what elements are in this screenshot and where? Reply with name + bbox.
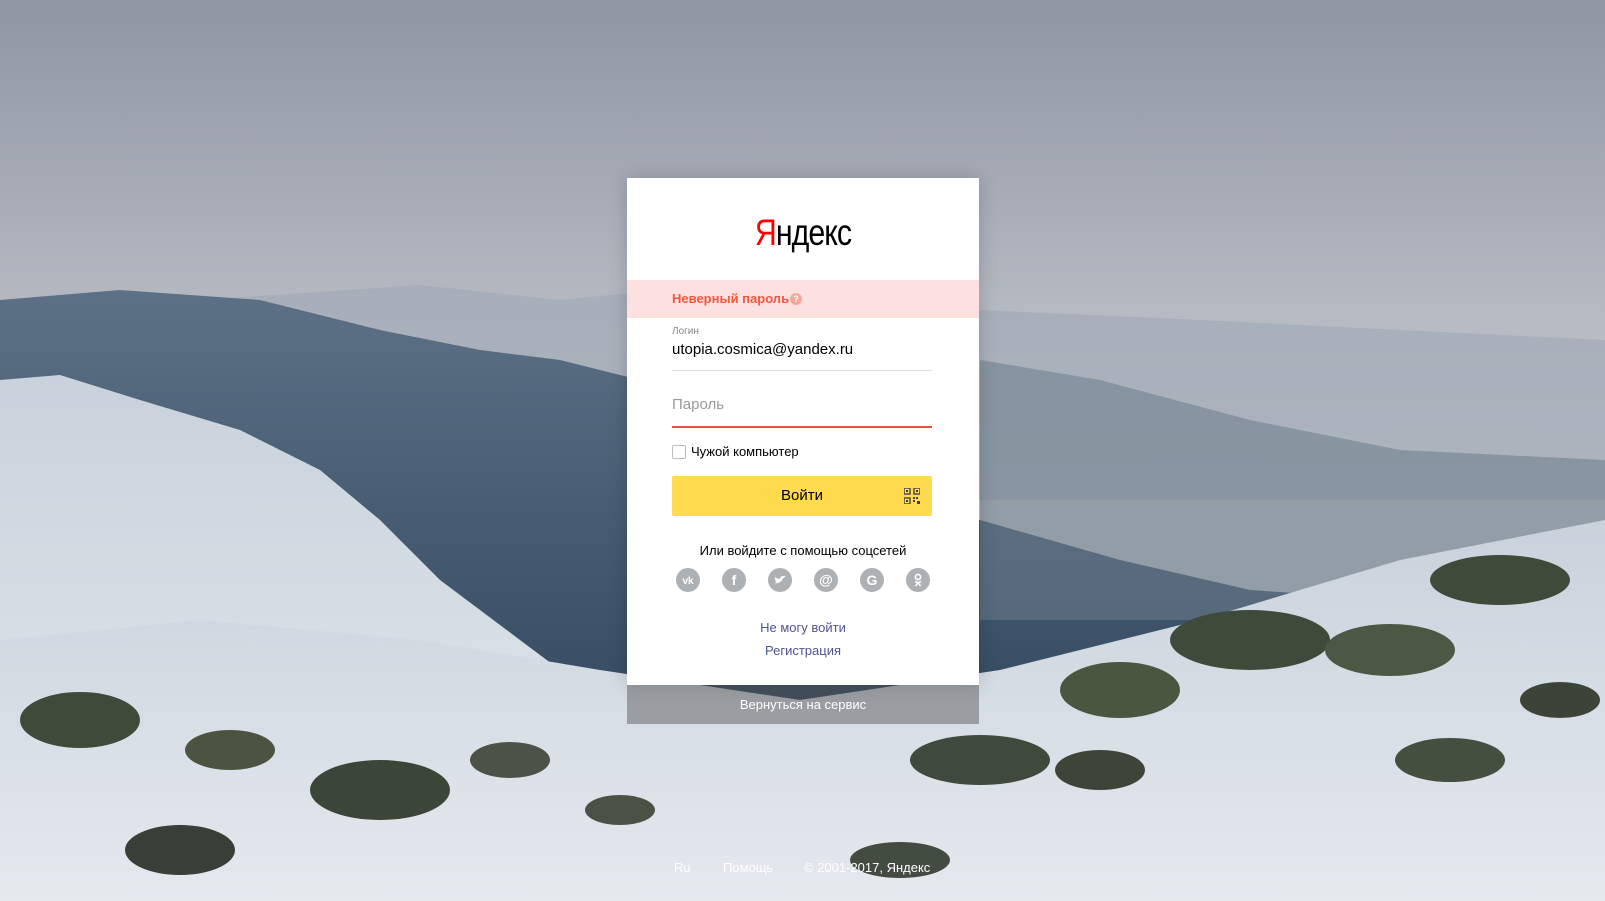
social-caption: Или войдите с помощью соцсетей	[699, 543, 907, 558]
register-link[interactable]: Регистрация	[627, 643, 979, 658]
qr-code-icon[interactable]	[904, 488, 920, 504]
svg-text:G: G	[867, 572, 878, 588]
password-underline	[672, 426, 932, 428]
foreign-computer-label[interactable]: Чужой компьютер	[691, 444, 799, 459]
help-icon[interactable]: ?	[790, 293, 802, 305]
logo-first-letter: Я	[754, 212, 777, 253]
twitter-icon[interactable]	[768, 568, 792, 592]
login-field[interactable]: utopia.cosmica@yandex.ru	[672, 341, 932, 358]
language-switcher[interactable]: Ru	[674, 860, 691, 875]
svg-text:@: @	[819, 572, 833, 588]
login-button-label: Войти	[781, 487, 823, 504]
google-icon[interactable]: G	[860, 568, 884, 592]
cant-login-link[interactable]: Не могу войти	[627, 620, 979, 635]
password-field[interactable]	[672, 391, 932, 417]
error-banner: Неверный пароль ?	[627, 280, 979, 318]
copyright: © 2001-2017, Яндекс	[804, 860, 931, 875]
login-card: Яндекс Неверный пароль ? Логин utopia.co…	[627, 178, 979, 685]
odnoklassniki-icon[interactable]	[906, 568, 930, 592]
yandex-logo[interactable]: Яндекс	[659, 212, 948, 254]
facebook-icon[interactable]: f	[722, 568, 746, 592]
foreign-computer-checkbox[interactable]	[672, 445, 686, 459]
help-link[interactable]: Помощь	[723, 860, 773, 875]
login-underline	[672, 370, 932, 371]
svg-text:f: f	[732, 572, 737, 588]
mail-icon[interactable]: @	[814, 568, 838, 592]
vk-icon[interactable]: vk	[676, 568, 700, 592]
login-label: Логин	[672, 326, 699, 337]
login-button[interactable]: Войти	[672, 476, 932, 516]
back-to-service-link[interactable]: Вернуться на сервис	[627, 697, 979, 712]
svg-text:vk: vk	[682, 576, 694, 587]
back-to-service-bar[interactable]: Вернуться на сервис	[627, 685, 979, 724]
error-message: Неверный пароль	[672, 291, 790, 306]
logo-rest: ндекс	[775, 212, 852, 253]
